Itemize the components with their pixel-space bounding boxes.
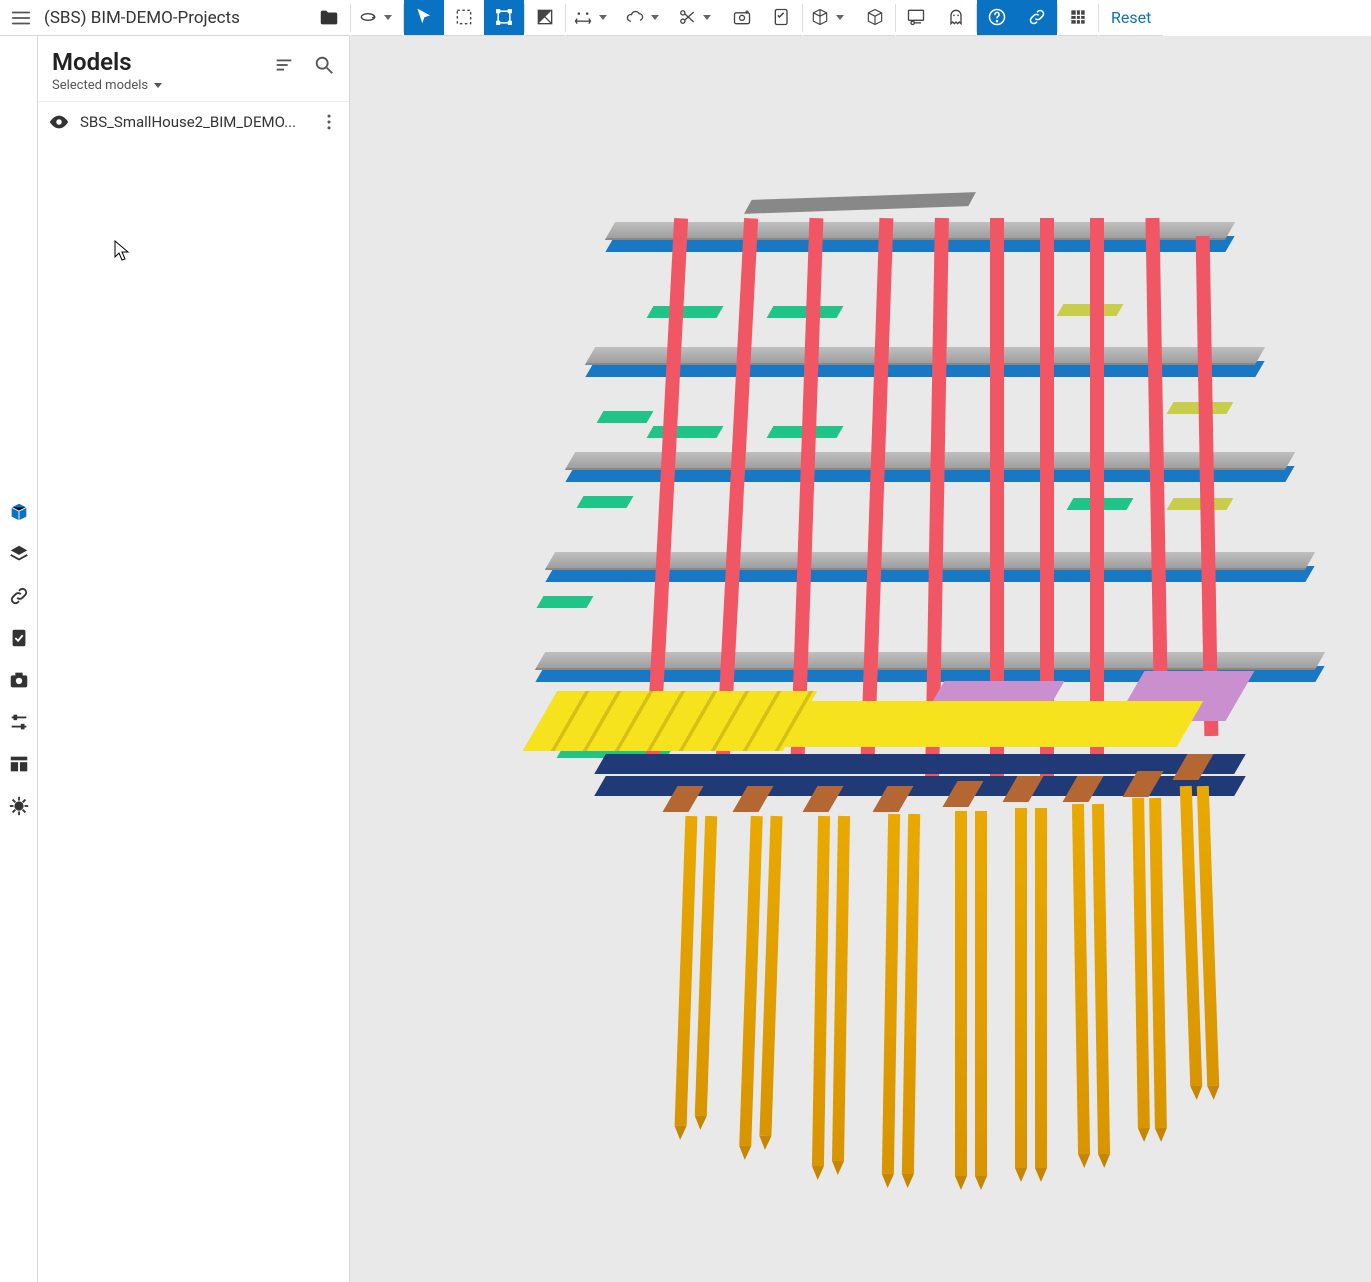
rail-camera-icon[interactable] [5, 666, 33, 694]
orbit-button[interactable] [351, 0, 403, 36]
wireframe-button[interactable] [855, 0, 895, 36]
app-header: (SBS) BIM-DEMO-Projects [0, 0, 1371, 36]
link-button[interactable] [1017, 0, 1057, 36]
reset-button[interactable]: Reset [1099, 0, 1163, 36]
select-pointer-button[interactable] [404, 0, 444, 36]
visibility-toggle-icon[interactable] [48, 111, 70, 133]
3d-viewport[interactable] [350, 36, 1371, 1282]
help-button[interactable] [977, 0, 1017, 36]
measure-button[interactable] [566, 0, 618, 36]
rail-link-icon[interactable] [5, 582, 33, 610]
ghost-mode-button[interactable] [936, 0, 976, 36]
chevron-down-icon [154, 83, 162, 88]
more-options-icon[interactable] [319, 112, 339, 132]
panel-filter-label: Selected models [52, 78, 148, 93]
search-icon[interactable] [313, 54, 335, 76]
folder-icon[interactable] [318, 7, 340, 29]
project-title: (SBS) BIM-DEMO-Projects [44, 8, 306, 28]
top-toolbar: Reset [350, 0, 1371, 36]
sort-icon[interactable] [273, 54, 295, 76]
rail-models-icon[interactable] [5, 498, 33, 526]
rail-columns-icon[interactable] [5, 750, 33, 778]
rail-clipboard-check-icon[interactable] [5, 624, 33, 652]
bounding-select-button[interactable] [484, 0, 524, 36]
markup-cloud-button[interactable] [618, 0, 670, 36]
section-cut-button[interactable] [670, 0, 722, 36]
models-panel: Models Selected models SBS_SmallHouse2_B… [38, 36, 350, 1282]
view-cube-button[interactable] [803, 0, 855, 36]
panel-filter-dropdown[interactable]: Selected models [52, 78, 162, 93]
model-list: SBS_SmallHouse2_BIM_DEMO... [38, 102, 349, 1282]
rail-bug-icon[interactable] [5, 792, 33, 820]
isolate-button[interactable] [525, 0, 565, 36]
panel-header: Models Selected models [38, 36, 349, 102]
app-rail [0, 36, 38, 1282]
area-select-button[interactable] [444, 0, 484, 36]
panel-title: Models [52, 48, 162, 76]
grid-button[interactable] [1058, 0, 1098, 36]
header-left: (SBS) BIM-DEMO-Projects [0, 7, 350, 29]
rail-layers-icon[interactable] [5, 540, 33, 568]
building-model-render [450, 136, 1250, 1236]
menu-icon[interactable] [10, 7, 32, 29]
model-name: SBS_SmallHouse2_BIM_DEMO... [80, 113, 309, 131]
rail-sliders-icon[interactable] [5, 708, 33, 736]
checklist-button[interactable] [762, 0, 802, 36]
presentation-button[interactable] [896, 0, 936, 36]
snapshot-button[interactable] [722, 0, 762, 36]
model-list-item[interactable]: SBS_SmallHouse2_BIM_DEMO... [38, 102, 349, 142]
